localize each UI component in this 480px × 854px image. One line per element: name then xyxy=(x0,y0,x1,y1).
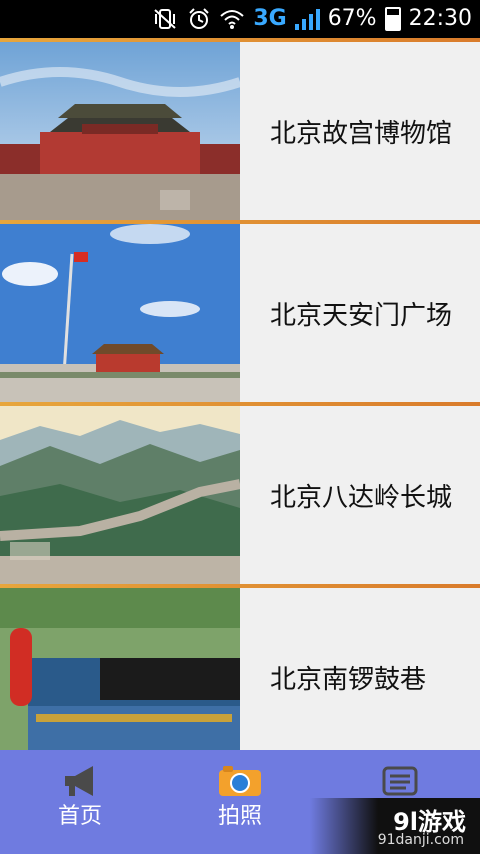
vibrate-off-icon xyxy=(153,8,179,30)
watermark-site: 91danji.com xyxy=(377,832,464,848)
list-item[interactable]: 北京故宫博物馆 xyxy=(0,42,480,220)
alarm-icon xyxy=(187,7,211,31)
list-icon xyxy=(380,764,420,802)
clock: 22:30 xyxy=(408,6,472,31)
item-title: 北京南锣鼓巷 xyxy=(270,664,427,695)
tiananmen-thumbnail xyxy=(0,224,240,402)
wifi-icon xyxy=(219,8,245,30)
megaphone-icon xyxy=(59,764,101,802)
great-wall-thumbnail xyxy=(0,406,240,584)
battery-percent: 67% xyxy=(327,6,377,31)
signal-icon xyxy=(294,8,320,30)
status-indicators: 3G 67% 22:30 xyxy=(153,6,472,31)
item-title: 北京八达岭长城 xyxy=(270,482,453,513)
network-type: 3G xyxy=(253,6,287,31)
tab-home-label: 首页 xyxy=(57,804,102,829)
bottom-navigation: 首页 拍照 9l游戏 91danji.com xyxy=(0,750,480,854)
item-title: 北京故宫博物馆 xyxy=(270,118,453,149)
attraction-list: 北京故宫博物馆 北京天安门广场 北京八达岭长城 北京南锣鼓巷 xyxy=(0,38,480,766)
tab-camera[interactable]: 拍照 xyxy=(160,750,320,854)
item-title: 北京天安门广场 xyxy=(270,300,453,331)
tab-home[interactable]: 首页 xyxy=(0,750,160,854)
battery-icon xyxy=(384,6,401,31)
list-item[interactable]: 北京天安门广场 xyxy=(0,224,480,402)
forbidden-city-thumbnail xyxy=(0,42,240,220)
list-item[interactable]: 北京八达岭长城 xyxy=(0,406,480,584)
nanluoguxiang-thumbnail xyxy=(0,588,240,766)
camera-icon xyxy=(217,764,263,802)
watermark: 9l游戏 91danji.com xyxy=(310,798,480,854)
tab-camera-label: 拍照 xyxy=(217,804,262,829)
status-bar: 3G 67% 22:30 xyxy=(0,0,480,38)
list-item[interactable]: 北京南锣鼓巷 xyxy=(0,588,480,766)
